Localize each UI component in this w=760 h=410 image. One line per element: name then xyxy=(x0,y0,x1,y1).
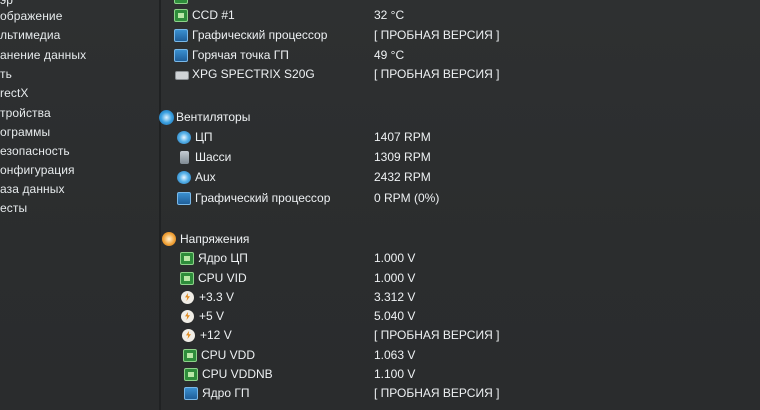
sensor-value: 0 RPM (0%) xyxy=(374,191,440,205)
list-item[interactable]: Шасси 1309 RPM xyxy=(0,150,760,168)
sensor-value: 1.100 V xyxy=(374,367,416,381)
list-item[interactable]: +12 V [ ПРОБНАЯ ВЕРСИЯ ] xyxy=(0,328,760,346)
list-item[interactable]: Графический процессор 0 RPM (0%) xyxy=(0,191,760,209)
sensor-value: 1.000 V xyxy=(374,271,416,285)
sensor-value: 1309 RPM xyxy=(374,150,431,164)
gpu-icon xyxy=(174,29,188,42)
section-header[interactable]: Напряжения xyxy=(0,232,760,250)
sensor-value: 1.063 V xyxy=(374,348,416,362)
fan-section-icon xyxy=(159,110,174,125)
sensor-value: 49 °C xyxy=(374,48,405,62)
list-item[interactable]: Ядро ГП [ ПРОБНАЯ ВЕРСИЯ ] xyxy=(0,386,760,404)
list-item[interactable]: CPU VID 1.000 V xyxy=(0,271,760,289)
sensor-label: Горячая точка ГП xyxy=(192,48,289,62)
fan-icon xyxy=(177,131,191,144)
chip-icon xyxy=(174,0,188,4)
list-item[interactable]: Графический процессор [ ПРОБНАЯ ВЕРСИЯ ] xyxy=(0,28,760,46)
chip-icon xyxy=(180,272,194,285)
sensor-label: Графический процессор xyxy=(195,191,331,205)
sensor-label: CPU VID xyxy=(198,271,247,285)
sensor-label: CPU VDD xyxy=(201,348,256,362)
chip-icon xyxy=(184,368,198,381)
sensor-value: 1407 RPM xyxy=(374,130,431,144)
chassis-icon xyxy=(180,151,189,164)
sensor-label: +12 V xyxy=(200,328,232,342)
sensor-value: 5.040 V xyxy=(374,309,416,323)
sensor-label: XPG SPECTRIX S20G xyxy=(192,67,315,81)
voltage-section-icon xyxy=(162,232,176,246)
sensor-window: эр ображение льтимедиа анение данных ть … xyxy=(0,0,760,410)
lightning-icon xyxy=(181,291,194,304)
sensor-label: Графический процессор xyxy=(192,28,328,42)
sensor-value: [ ПРОБНАЯ ВЕРСИЯ ] xyxy=(374,67,500,81)
list-item[interactable]: Aux 2432 RPM xyxy=(0,170,760,188)
list-item[interactable]: +5 V 5.040 V xyxy=(0,309,760,327)
sensor-value: 1.000 V xyxy=(374,251,416,265)
lightning-icon xyxy=(181,310,194,323)
list-item[interactable]: Ядро ЦП 1.000 V xyxy=(0,251,760,269)
sensor-value: 3.312 V xyxy=(374,290,416,304)
section-header[interactable]: Вентиляторы xyxy=(0,110,760,128)
list-item[interactable]: CPU VDD 1.063 V xyxy=(0,348,760,366)
sensor-label: ЦП xyxy=(195,130,213,144)
list-item[interactable]: XPG SPECTRIX S20G [ ПРОБНАЯ ВЕРСИЯ ] xyxy=(0,67,760,85)
list-item[interactable]: ЦП 1407 RPM xyxy=(0,130,760,148)
sidebar-item-directx[interactable]: rectX xyxy=(0,86,29,100)
list-item: — xyxy=(0,0,760,8)
sensor-value: 32 °C xyxy=(374,8,405,22)
gpu-icon xyxy=(184,387,198,400)
chip-icon xyxy=(174,9,188,22)
sensor-value: [ ПРОБНАЯ ВЕРСИЯ ] xyxy=(374,386,500,400)
gpu-icon xyxy=(174,49,188,62)
drive-icon xyxy=(175,71,189,80)
sensor-label: Aux xyxy=(195,170,216,184)
fan-icon xyxy=(177,171,191,184)
sensor-value: [ ПРОБНАЯ ВЕРСИЯ ] xyxy=(374,328,500,342)
section-title: Вентиляторы xyxy=(176,110,251,124)
sensor-label: CPU VDDNB xyxy=(202,367,273,381)
sensor-label: CCD #1 xyxy=(192,8,235,22)
sensor-label: +5 V xyxy=(199,309,225,323)
section-title: Напряжения xyxy=(180,232,250,246)
sensor-label: Шасси xyxy=(195,150,232,164)
chip-icon xyxy=(183,349,197,362)
sensor-value: — xyxy=(374,0,386,4)
list-item[interactable]: +3.3 V 3.312 V xyxy=(0,290,760,308)
sensor-value: [ ПРОБНАЯ ВЕРСИЯ ] xyxy=(374,28,500,42)
sensor-value: 2432 RPM xyxy=(374,170,431,184)
list-item[interactable]: CCD #1 32 °C xyxy=(0,8,760,26)
sensor-label: Ядро ЦП xyxy=(198,251,248,265)
chip-icon xyxy=(180,252,194,265)
list-item[interactable]: Горячая точка ГП 49 °C xyxy=(0,48,760,66)
sensor-label: +3.3 V xyxy=(199,290,235,304)
sensor-label: Ядро ГП xyxy=(202,386,250,400)
gpu-icon xyxy=(177,192,191,205)
lightning-icon xyxy=(182,329,195,342)
list-item[interactable]: CPU VDDNB 1.100 V xyxy=(0,367,760,385)
